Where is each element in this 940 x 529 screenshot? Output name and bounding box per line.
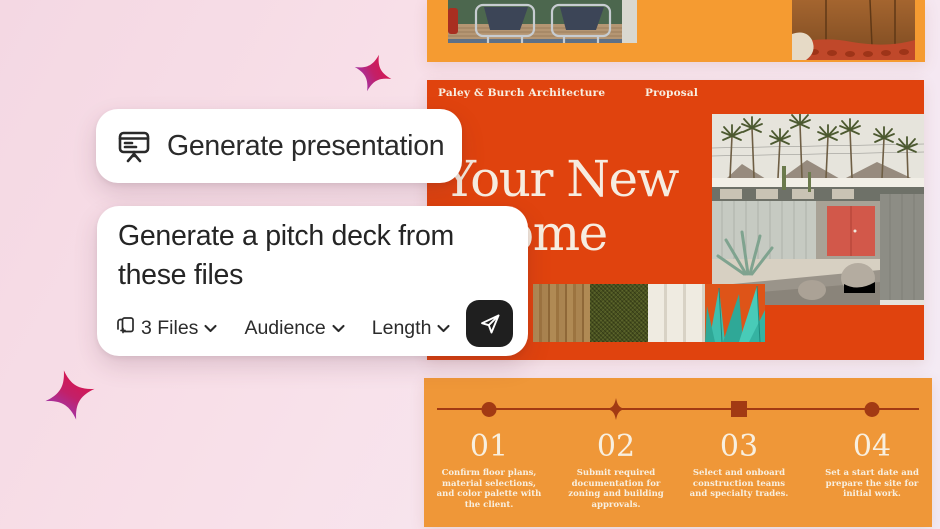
step-number: 02 — [557, 432, 675, 462]
material-swatch-row — [533, 284, 765, 342]
chevron-down-icon — [204, 324, 217, 333]
green-fabric-swatch-image — [590, 284, 648, 342]
send-icon — [478, 312, 502, 336]
files-dropdown[interactable]: 3 Files — [116, 316, 217, 341]
files-add-icon — [116, 316, 135, 341]
slide-brand-text: Paley & Burch Architecture — [438, 86, 605, 100]
generate-presentation-button[interactable]: Generate presentation — [96, 109, 462, 183]
step-number: 01 — [430, 432, 548, 462]
white-tile-swatch-image — [648, 284, 705, 342]
slide-previous-strip — [427, 0, 925, 62]
generate-presentation-label: Generate presentation — [167, 130, 444, 163]
timeline-line — [437, 408, 919, 410]
prompt-card: Generate a pitch deck from these files 3… — [97, 206, 528, 356]
step-description: Confirm floor plans, material selections… — [434, 468, 544, 510]
step-number: 03 — [680, 432, 798, 462]
send-button[interactable] — [466, 300, 513, 347]
chevron-down-icon — [437, 324, 450, 333]
length-dropdown-label: Length — [372, 317, 432, 340]
wood-swatch-image — [533, 284, 590, 342]
presentation-board-icon — [116, 128, 152, 164]
star-marker-icon — [607, 398, 625, 420]
step-description: Submit required documentation for zoning… — [561, 468, 671, 510]
sparkle-icon — [345, 45, 400, 100]
slide-title-line1: Your New — [443, 150, 678, 208]
agave-closeup-swatch-image — [705, 284, 765, 342]
audience-dropdown-label: Audience — [244, 317, 325, 340]
sparkle-icon — [35, 360, 105, 430]
audience-dropdown[interactable]: Audience — [244, 317, 344, 340]
slide-doctype-text: Proposal — [645, 86, 698, 100]
prompt-controls: 3 Files Audience Length — [116, 316, 450, 341]
circle-marker-icon — [865, 402, 880, 417]
length-dropdown[interactable]: Length — [372, 317, 451, 340]
step-number: 04 — [813, 432, 931, 462]
circle-marker-icon — [482, 402, 497, 417]
square-marker-icon — [731, 401, 747, 417]
chrome-chairs-photo — [448, 0, 637, 43]
prompt-input[interactable]: Generate a pitch deck from these files — [118, 217, 498, 295]
slide-timeline: 01 Confirm floor plans, material selecti… — [424, 378, 932, 527]
step-description: Select and onboard construction teams an… — [684, 468, 794, 500]
palm-springs-house-photo — [712, 114, 924, 305]
wood-cabinet-red-couch-photo — [792, 0, 915, 60]
files-dropdown-label: 3 Files — [141, 317, 198, 340]
chevron-down-icon — [332, 324, 345, 333]
hero-canvas: Paley & Burch Architecture Proposal Your… — [0, 0, 940, 529]
step-description: Set a start date and prepare the site fo… — [817, 468, 927, 500]
